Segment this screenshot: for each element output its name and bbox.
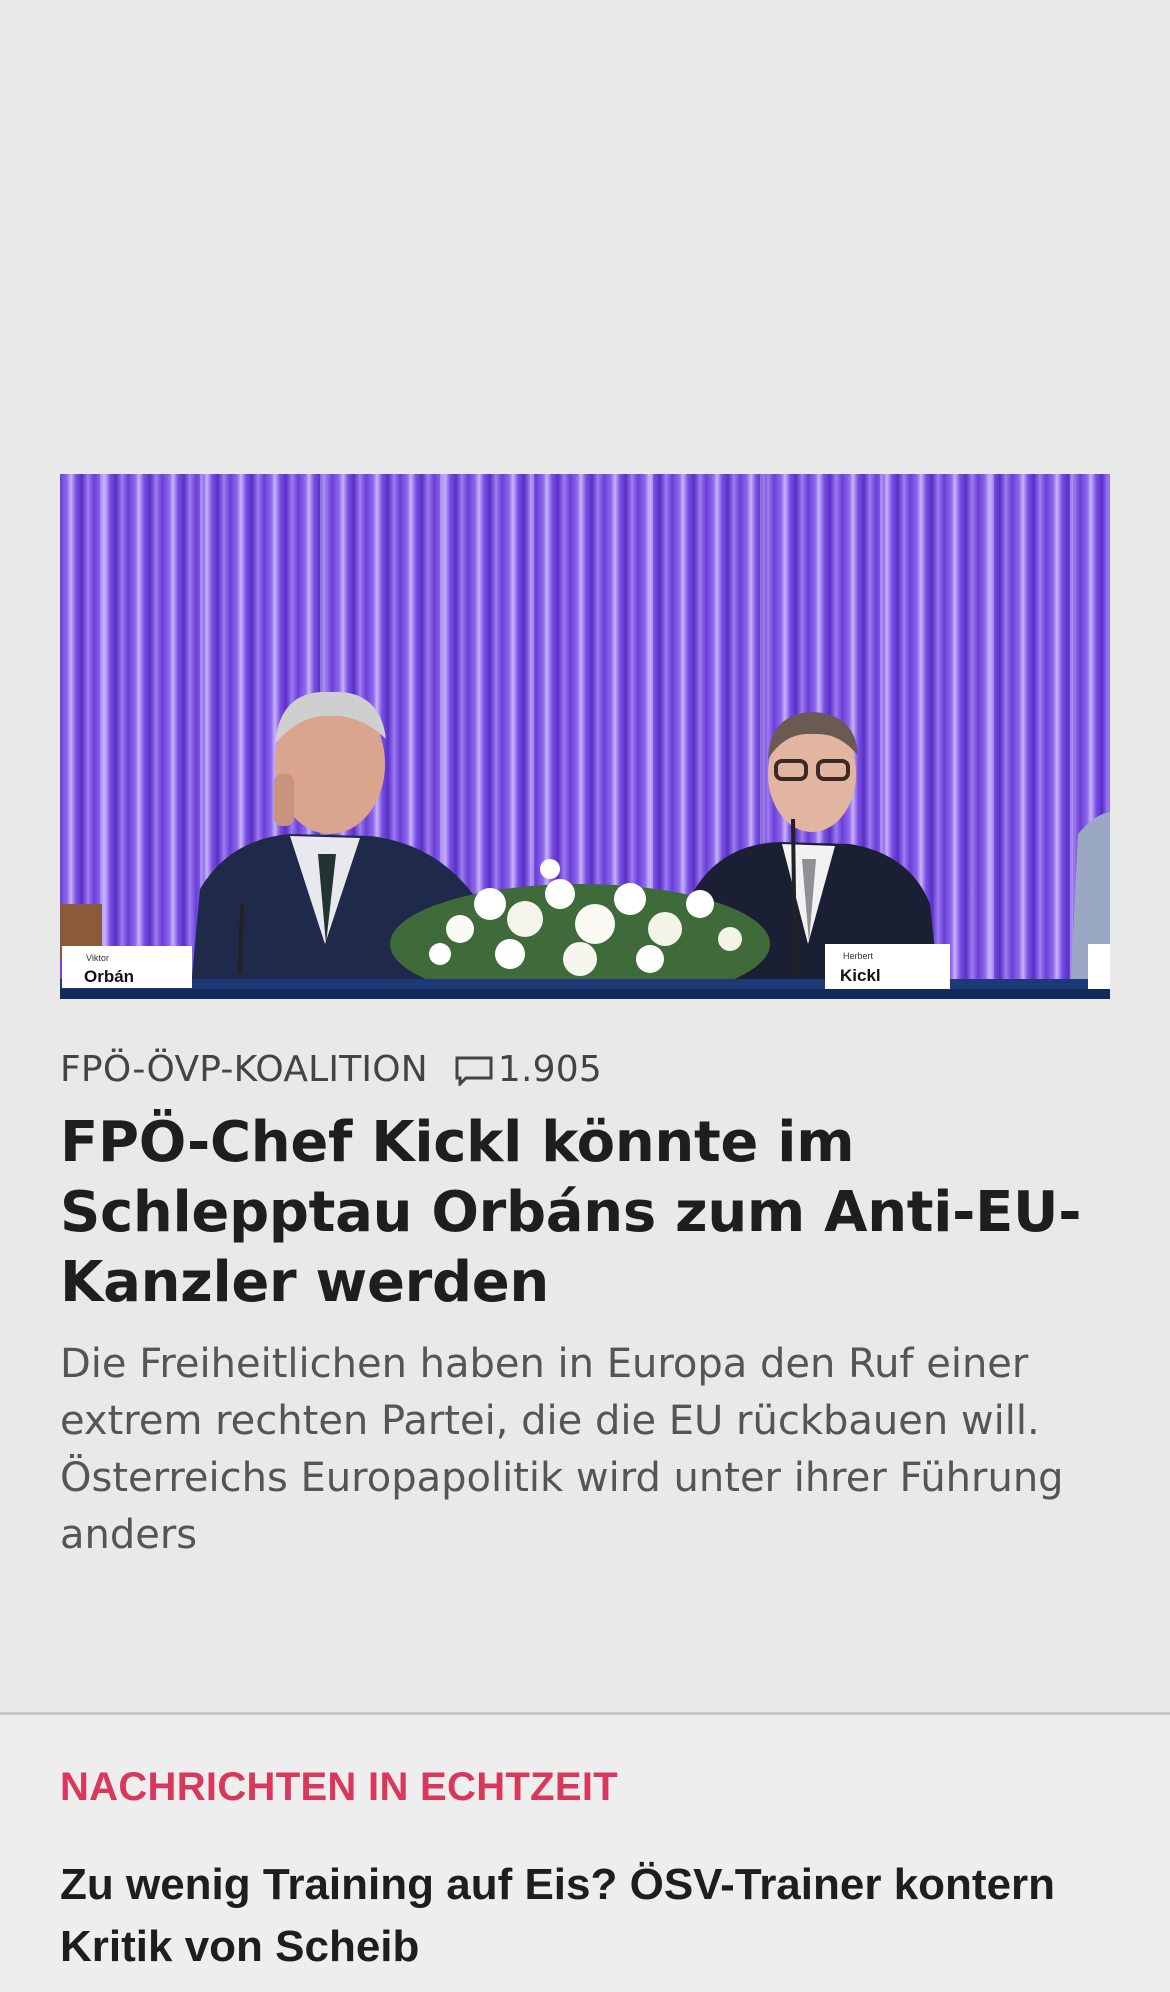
live-news-section: NACHRICHTEN IN ECHTZEIT Zu wenig Trainin… (0, 1715, 1170, 1992)
article-meta: FPÖ-ÖVP-KOALITION 1.905 (60, 1049, 1110, 1090)
article-headline[interactable]: FPÖ-Chef Kickl könnte im Schlepptau Orbá… (60, 1108, 1110, 1318)
article-teaser[interactable]: Viktor Orbán Herbert Kickl FPÖ-ÖVP-KOALI… (0, 474, 1170, 1712)
press-conference-photo: Viktor Orbán Herbert Kickl (60, 474, 1110, 999)
comment-icon (455, 1056, 493, 1086)
name-card-left-text: Orbán (84, 967, 134, 986)
comment-count: 1.905 (497, 1049, 602, 1090)
name-card-right-small: Herbert (843, 951, 874, 961)
top-blank-area (0, 0, 1170, 474)
live-news-title[interactable]: NACHRICHTEN IN ECHTZEIT (60, 1765, 1110, 1810)
article-teaser-text: Die Freiheitlichen haben in Europa den R… (60, 1341, 1064, 1558)
name-card-right-text: Kickl (840, 966, 881, 985)
article-category[interactable]: FPÖ-ÖVP-KOALITION (60, 1049, 428, 1090)
article-image[interactable]: Viktor Orbán Herbert Kickl (60, 474, 1110, 999)
comment-count-link[interactable]: 1.905 (454, 1049, 602, 1090)
live-news-headline[interactable]: Zu wenig Training auf Eis? ÖSV-Trainer k… (60, 1854, 1110, 1978)
name-card-left-small: Viktor (86, 953, 109, 963)
